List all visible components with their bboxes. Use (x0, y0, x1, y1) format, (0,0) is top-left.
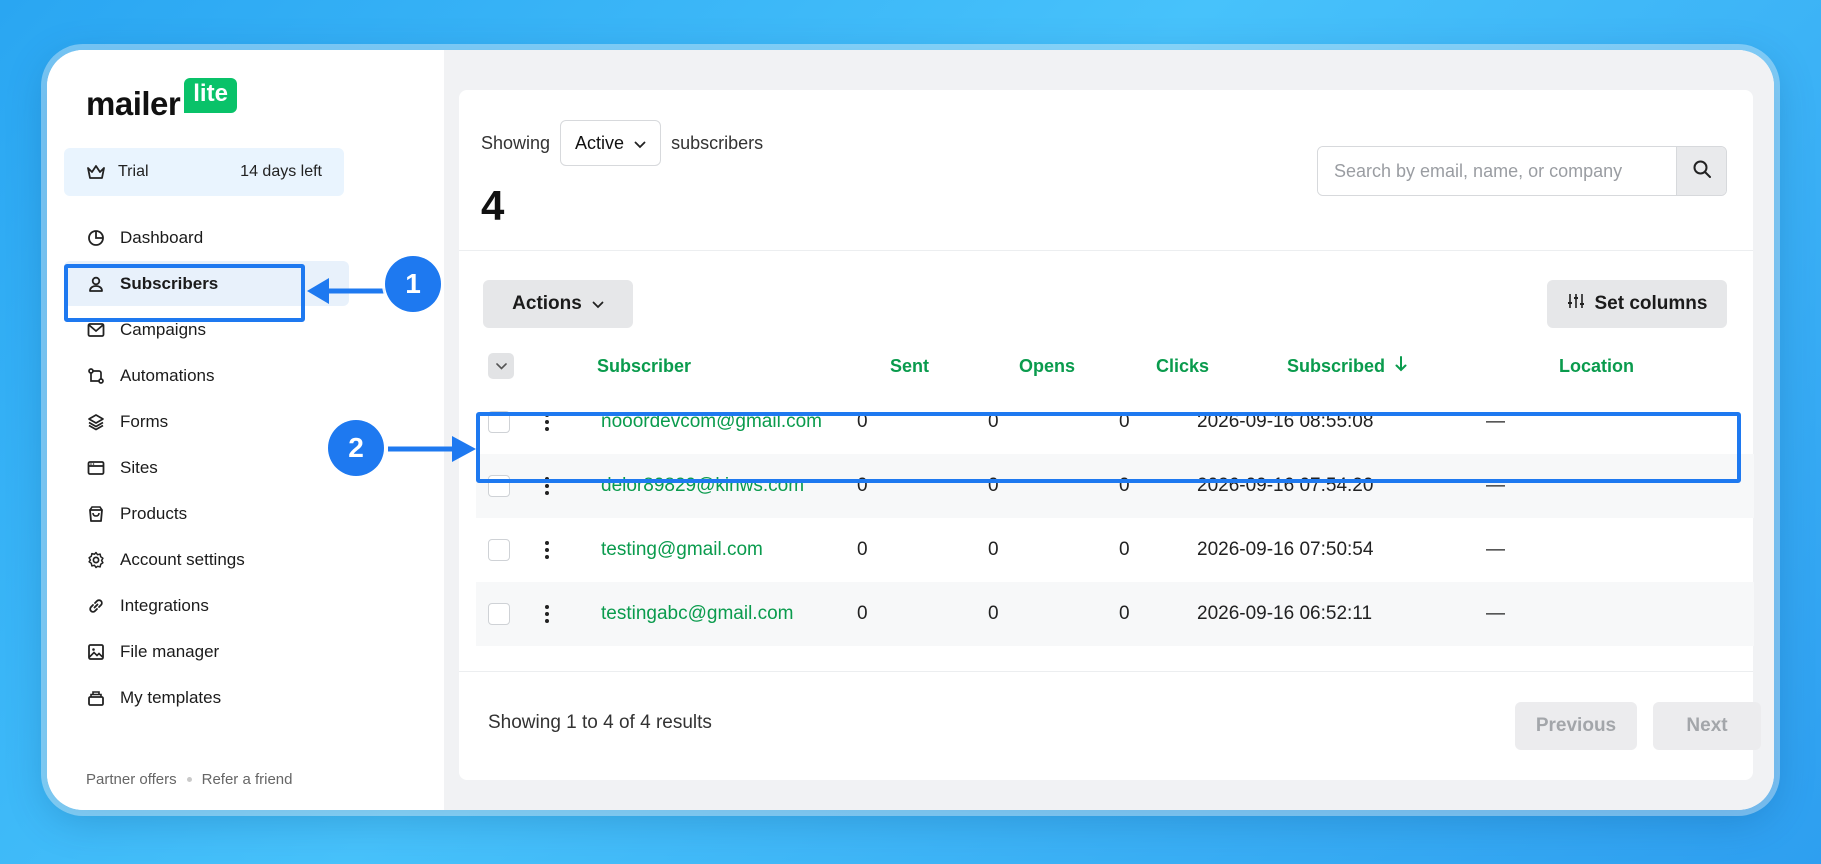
location-value: — (1486, 603, 1505, 624)
showing-label: Showing (481, 132, 551, 153)
sent-value: 0 (857, 603, 868, 624)
image-icon (86, 642, 106, 662)
bag-icon (86, 504, 106, 524)
row-checkbox[interactable] (488, 539, 510, 561)
step-badge-2: 2 (328, 420, 384, 476)
sidebar-item-label: Campaigns (120, 319, 206, 339)
sidebar: mailer lite Trial 14 days left Dashboard… (47, 50, 444, 810)
previous-button[interactable]: Previous (1515, 702, 1637, 750)
next-button[interactable]: Next (1653, 702, 1761, 750)
sidebar-item-sites[interactable]: Sites (64, 445, 354, 490)
sidebar-item-dashboard[interactable]: Dashboard (64, 215, 354, 260)
automation-icon (86, 366, 106, 386)
search-box (1317, 146, 1727, 196)
sidebar-item-label: Integrations (120, 595, 209, 615)
column-subscribed[interactable]: Subscribed (1287, 355, 1407, 377)
subscribers-label: subscribers (671, 132, 764, 153)
highlight-first-row (476, 412, 1741, 483)
status-select[interactable]: Active (560, 120, 662, 166)
sidebar-footer: Partner offers Refer a friend (86, 771, 293, 788)
separator-dot (186, 777, 192, 782)
highlight-subscribers-nav (64, 264, 305, 322)
more-options-icon[interactable] (544, 605, 550, 623)
mail-icon (86, 320, 106, 340)
sidebar-item-forms[interactable]: Forms (64, 399, 354, 444)
layers-icon (86, 412, 106, 432)
column-location[interactable]: Location (1559, 356, 1634, 377)
pie-chart-icon (86, 228, 106, 248)
search-button[interactable] (1676, 147, 1726, 195)
chevron-down-icon (592, 293, 604, 315)
row-checkbox[interactable] (488, 603, 510, 625)
sidebar-item-label: Sites (120, 457, 158, 477)
table-row[interactable]: testingabc@gmail.com 0 0 0 2026-09-16 06… (476, 582, 1754, 646)
subscribed-value: 2026-09-16 07:50:54 (1197, 539, 1374, 560)
column-subscriber[interactable]: Subscriber (597, 356, 691, 377)
logo-text: mailer (86, 85, 181, 122)
divider (459, 671, 1753, 672)
sent-value: 0 (857, 539, 868, 560)
sidebar-item-label: Account settings (120, 549, 245, 569)
sidebar-item-my-templates[interactable]: My templates (64, 675, 354, 720)
sidebar-item-products[interactable]: Products (64, 491, 354, 536)
refer-friend-link[interactable]: Refer a friend (202, 771, 293, 788)
trial-days-left: 14 days left (240, 163, 322, 180)
results-summary: Showing 1 to 4 of 4 results (488, 712, 712, 733)
location-value: — (1486, 539, 1505, 560)
sidebar-item-file-manager[interactable]: File manager (64, 629, 354, 674)
sidebar-item-label: Automations (120, 365, 215, 385)
step-badge-1: 1 (385, 256, 441, 312)
gear-icon (86, 550, 106, 570)
actions-label: Actions (512, 293, 582, 314)
table-header: Subscriber Sent Opens Clicks Subscribed … (459, 342, 1753, 390)
logo-badge: lite (184, 77, 237, 113)
search-input[interactable] (1318, 147, 1676, 195)
sidebar-item-label: Forms (120, 411, 169, 431)
link-icon (86, 596, 106, 616)
partner-offers-link[interactable]: Partner offers (86, 771, 177, 788)
status-select-value: Active (575, 132, 625, 153)
divider (459, 250, 1753, 251)
actions-button[interactable]: Actions (483, 280, 633, 328)
browser-icon (86, 458, 106, 478)
chevron-down-icon (634, 133, 646, 154)
subscriber-email[interactable]: testing@gmail.com (601, 539, 763, 561)
arrow-left-icon (307, 278, 385, 304)
subscriber-email[interactable]: testingabc@gmail.com (601, 603, 793, 625)
search-icon (1692, 159, 1712, 184)
sidebar-item-label: My templates (120, 687, 222, 707)
subscriber-count: 4 (481, 182, 505, 229)
sidebar-item-label: Products (120, 503, 188, 523)
sidebar-item-label: Dashboard (120, 227, 204, 247)
column-clicks[interactable]: Clicks (1156, 356, 1209, 377)
arrow-right-icon (388, 436, 476, 462)
stack-icon (86, 688, 106, 708)
clicks-value: 0 (1119, 603, 1130, 624)
column-sent[interactable]: Sent (890, 356, 929, 377)
crown-icon (86, 163, 108, 181)
opens-value: 0 (988, 603, 999, 624)
column-opens[interactable]: Opens (1019, 356, 1075, 377)
table-row[interactable]: testing@gmail.com 0 0 0 2026-09-16 07:50… (476, 518, 1754, 582)
set-columns-label: Set columns (1594, 293, 1708, 314)
showing-filter: Showing Active subscribers (481, 120, 763, 166)
subscribed-value: 2026-09-16 06:52:11 (1197, 603, 1373, 624)
sidebar-item-label: File manager (120, 641, 220, 661)
mailerlite-logo[interactable]: mailer lite (86, 77, 237, 125)
sliders-icon (1567, 292, 1585, 316)
column-subscribed-label: Subscribed (1287, 355, 1386, 376)
select-all-checkbox[interactable] (488, 353, 514, 379)
sidebar-item-integrations[interactable]: Integrations (64, 583, 354, 628)
trial-label: Trial (118, 163, 149, 180)
set-columns-button[interactable]: Set columns (1547, 280, 1727, 328)
opens-value: 0 (988, 539, 999, 560)
trial-banner[interactable]: Trial 14 days left (64, 148, 344, 196)
more-options-icon[interactable] (544, 541, 550, 559)
clicks-value: 0 (1119, 539, 1130, 560)
sidebar-item-account-settings[interactable]: Account settings (64, 537, 354, 582)
sidebar-item-automations[interactable]: Automations (64, 353, 354, 398)
sort-down-arrow-icon (1395, 355, 1407, 377)
